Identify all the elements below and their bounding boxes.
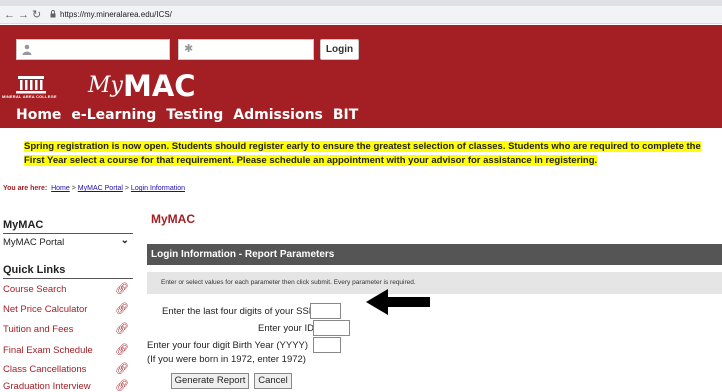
breadcrumb-separator: > <box>71 185 76 192</box>
quick-link-final-exam-schedule[interactable]: Final Exam Schedule 🔗︎ <box>3 344 133 357</box>
breadcrumb-separator: > <box>124 185 129 192</box>
birth-year-input[interactable] <box>313 337 341 353</box>
left-arrow-icon <box>366 289 430 315</box>
chevron-down-icon[interactable]: ⌄ <box>121 235 129 246</box>
quick-link-course-search[interactable]: Course Search 🔗︎ <box>3 283 133 296</box>
tab-strip <box>0 0 722 6</box>
quick-link-label: Tuition and Fees <box>3 324 74 335</box>
user-icon <box>22 44 32 55</box>
sidebar-item-label: MyMAC Portal <box>3 237 65 248</box>
breadcrumb-prefix: You are here: <box>3 185 48 192</box>
page-title: MyMAC <box>151 212 195 226</box>
quick-link-label: Class Cancellations <box>3 364 87 375</box>
password-input[interactable] <box>203 41 309 58</box>
breadcrumb: You are here: Home > MyMAC Portal > Logi… <box>3 185 185 192</box>
nav-home[interactable]: Home <box>16 107 61 123</box>
college-name: MINERAL AREA COLLEGE <box>2 94 57 99</box>
announcement-banner: Spring registration is now open. Student… <box>24 140 722 168</box>
panel-header: Login Information - Report Parameters <box>147 244 722 265</box>
college-logo[interactable]: MINERAL AREA COLLEGE MyMAC <box>0 69 260 103</box>
site-header: ✱ Login MINERAL AREA COLLEGE MyMAC Home e… <box>0 25 722 128</box>
main-nav: Home e-Learning Testing Admissions BIT <box>16 106 368 126</box>
reload-icon[interactable]: ↻ <box>32 9 41 21</box>
announcement-text: Spring registration is now open. Student… <box>24 141 701 166</box>
forward-arrow-icon[interactable]: → <box>18 9 29 21</box>
mymac-logo-text: MyMAC <box>88 69 196 103</box>
quick-link-label: Course Search <box>3 284 67 295</box>
back-arrow-icon[interactable]: ← <box>4 9 15 21</box>
breadcrumb-portal[interactable]: MyMAC Portal <box>78 185 123 192</box>
instructions-text: Enter or select values for each paramete… <box>147 272 722 294</box>
nav-testing[interactable]: Testing <box>166 107 223 123</box>
id-input[interactable] <box>313 320 350 336</box>
quick-link-graduation-interview[interactable]: Graduation Interview 🔗︎ <box>3 381 133 392</box>
external-link-icon: 🔗︎ <box>115 323 129 335</box>
building-logo-icon <box>16 76 46 94</box>
birth-year-hint: (If you were born in 1972, enter 1972) <box>147 354 306 365</box>
id-label: Enter your ID <box>258 323 314 334</box>
generate-report-button[interactable]: Generate Report <box>171 373 249 389</box>
breadcrumb-home[interactable]: Home <box>51 185 70 192</box>
asterisk-icon: ✱ <box>184 43 194 55</box>
nav-bit[interactable]: BIT <box>333 107 358 123</box>
quick-links-title: Quick Links <box>3 264 66 276</box>
external-link-icon: 🔗︎ <box>115 363 129 375</box>
username-field[interactable] <box>16 39 170 60</box>
external-link-icon: 🔗︎ <box>115 303 129 315</box>
nav-e-learning[interactable]: e-Learning <box>71 107 156 123</box>
password-field[interactable]: ✱ <box>178 39 314 60</box>
address-bar[interactable]: https://my.mineralarea.edu/ICS/ <box>60 9 172 21</box>
browser-toolbar: ← → ↻ https://my.mineralarea.edu/ICS/ <box>0 0 722 24</box>
quick-links-divider <box>3 278 133 279</box>
login-button[interactable]: Login <box>320 39 359 60</box>
username-input[interactable] <box>41 41 165 58</box>
quick-link-label: Graduation Interview <box>3 381 91 392</box>
external-link-icon: 🔗︎ <box>115 380 129 392</box>
quick-link-label: Final Exam Schedule <box>3 345 93 356</box>
external-link-icon: 🔗︎ <box>115 344 129 356</box>
sidebar-title: MyMAC <box>3 219 44 231</box>
birth-year-label: Enter your four digit Birth Year (YYYY) <box>147 340 309 351</box>
cancel-button[interactable]: Cancel <box>254 373 292 389</box>
external-link-icon: 🔗︎ <box>115 283 129 295</box>
quick-link-class-cancellations[interactable]: Class Cancellations 🔗︎ <box>3 363 133 376</box>
quick-link-tuition-and-fees[interactable]: Tuition and Fees 🔗︎ <box>3 323 133 336</box>
nav-admissions[interactable]: Admissions <box>233 107 323 123</box>
sidebar-divider <box>3 233 133 234</box>
lock-icon <box>50 10 56 18</box>
sidebar-item-mymac-portal[interactable]: MyMAC Portal ⌄ <box>3 235 133 248</box>
quick-link-net-price-calculator[interactable]: Net Price Calculator 🔗︎ <box>3 303 133 316</box>
ssn-label: Enter the last four digits of your SSN <box>162 306 316 317</box>
quick-link-label: Net Price Calculator <box>3 304 88 315</box>
breadcrumb-login-info[interactable]: Login Information <box>131 185 185 192</box>
ssn-input[interactable] <box>310 303 341 319</box>
